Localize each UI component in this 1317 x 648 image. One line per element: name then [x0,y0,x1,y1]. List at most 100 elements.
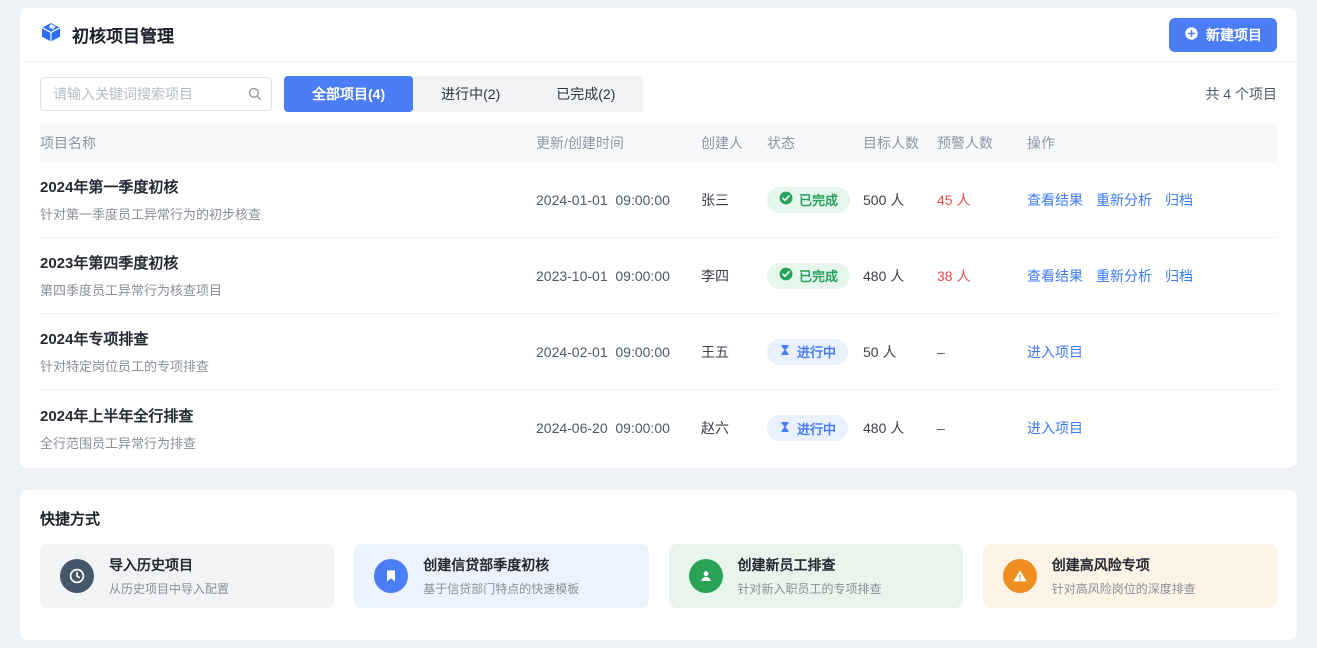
project-time: 2024-01-01 09:00:00 [536,192,701,208]
shortcuts-panel: 快捷方式 导入历史项目 从历史项目中导入配置 创建信贷部季度初核 基于信贷部门特… [20,490,1297,640]
card-text: 创建高风险专项 针对高风险岗位的深度排查 [1052,555,1196,597]
card-desc: 针对高风险岗位的深度排查 [1052,580,1196,597]
column-header-target: 目标人数 [863,133,937,153]
project-time: 2024-02-01 09:00:00 [536,344,701,360]
card-text: 创建新员工排查 针对新入职员工的专项排查 [738,555,882,597]
actions-cell: 查看结果 重新分析 归档 [1027,190,1277,210]
check-circle-icon [779,267,793,284]
plus-circle-icon [1184,26,1199,44]
warning-count: – [937,420,1027,436]
status-cell: 已完成 [767,263,863,289]
warning-count: 38 人 [937,266,1027,286]
project-creator: 王五 [701,342,767,362]
reanalyze-link[interactable]: 重新分析 [1096,190,1152,210]
filter-tabs: 全部项目(4) 进行中(2) 已完成(2) [284,76,643,112]
status-label: 进行中 [797,342,836,361]
project-desc: 第四季度员工异常行为核查项目 [40,280,536,299]
column-header-status: 状态 [767,133,863,153]
card-desc: 从历史项目中导入配置 [109,580,229,597]
panel-header: 初核项目管理 新建项目 [20,8,1297,62]
card-title: 创建高风险专项 [1052,555,1196,575]
actions-cell: 进入项目 [1027,342,1277,362]
status-cell: 进行中 [767,415,863,441]
user-icon [689,559,723,593]
status-cell: 进行中 [767,339,863,365]
bookmark-icon [374,559,408,593]
status-label: 进行中 [797,419,836,438]
archive-link[interactable]: 归档 [1165,266,1193,286]
actions-cell: 进入项目 [1027,418,1277,438]
archive-link[interactable]: 归档 [1165,190,1193,210]
table-row: 2024年上半年全行排查 全行范围员工异常行为排查 2024-06-20 09:… [40,390,1277,466]
warning-triangle-icon [1003,559,1037,593]
project-creator: 赵六 [701,418,767,438]
card-title: 创建新员工排查 [738,555,882,575]
view-results-link[interactable]: 查看结果 [1027,266,1083,286]
target-count: 500 人 [863,190,937,210]
enter-project-link[interactable]: 进入项目 [1027,342,1083,362]
table-row: 2024年专项排查 针对特定岗位员工的专项排查 2024-02-01 09:00… [40,314,1277,390]
total-count: 共 4 个项目 [1205,84,1277,104]
warning-count: – [937,344,1027,360]
warning-count: 45 人 [937,190,1027,210]
project-time: 2024-06-20 09:00:00 [536,420,701,436]
card-text: 创建信贷部季度初核 基于信贷部门特点的快速模板 [423,555,579,597]
project-name-cell: 2023年第四季度初核 第四季度员工异常行为核查项目 [40,252,536,299]
shortcuts-title: 快捷方式 [40,508,1277,529]
column-header-creator: 创建人 [701,133,767,153]
card-desc: 基于信贷部门特点的快速模板 [423,580,579,597]
clock-icon [60,559,94,593]
project-desc: 针对特定岗位员工的专项排查 [40,356,536,375]
card-desc: 针对新入职员工的专项排查 [738,580,882,597]
status-badge: 已完成 [767,187,850,213]
project-name: 2024年上半年全行排查 [40,405,536,426]
project-table: 项目名称 更新/创建时间 创建人 状态 目标人数 预警人数 操作 2024年第一… [20,124,1297,466]
search-box [40,77,272,111]
status-cell: 已完成 [767,187,863,213]
project-desc: 全行范围员工异常行为排查 [40,433,536,452]
hourglass-icon [779,421,791,436]
status-label: 已完成 [799,266,838,285]
table-row: 2024年第一季度初核 针对第一季度员工异常行为的初步核查 2024-01-01… [40,162,1277,238]
shortcut-high-risk[interactable]: 创建高风险专项 针对高风险岗位的深度排查 [983,544,1277,608]
shortcut-import-history[interactable]: 导入历史项目 从历史项目中导入配置 [40,544,334,608]
project-creator: 张三 [701,190,767,210]
column-header-warning: 预警人数 [937,133,1027,153]
target-count: 480 人 [863,418,937,438]
shortcut-new-employee[interactable]: 创建新员工排查 针对新入职员工的专项排查 [669,544,963,608]
new-project-label: 新建项目 [1206,25,1262,45]
view-results-link[interactable]: 查看结果 [1027,190,1083,210]
toolbar: 全部项目(4) 进行中(2) 已完成(2) 共 4 个项目 [20,62,1297,124]
actions-cell: 查看结果 重新分析 归档 [1027,266,1277,286]
project-name: 2024年专项排查 [40,328,536,349]
search-input[interactable] [40,77,272,111]
status-badge: 进行中 [767,339,848,365]
tab-all-projects[interactable]: 全部项目(4) [284,76,413,112]
new-project-button[interactable]: 新建项目 [1169,18,1277,52]
check-circle-icon [779,191,793,208]
column-header-name: 项目名称 [40,133,536,153]
enter-project-link[interactable]: 进入项目 [1027,418,1083,438]
reanalyze-link[interactable]: 重新分析 [1096,266,1152,286]
card-title: 导入历史项目 [109,555,229,575]
table-row: 2023年第四季度初核 第四季度员工异常行为核查项目 2023-10-01 09… [40,238,1277,314]
title-wrap: 初核项目管理 [40,21,174,48]
cube-icon [40,21,62,48]
column-header-time: 更新/创建时间 [536,133,701,153]
table-header-row: 项目名称 更新/创建时间 创建人 状态 目标人数 预警人数 操作 [40,124,1277,162]
tab-completed[interactable]: 已完成(2) [528,76,643,112]
card-text: 导入历史项目 从历史项目中导入配置 [109,555,229,597]
project-creator: 李四 [701,266,767,286]
target-count: 480 人 [863,266,937,286]
shortcut-cards: 导入历史项目 从历史项目中导入配置 创建信贷部季度初核 基于信贷部门特点的快速模… [40,544,1277,608]
hourglass-icon [779,344,791,359]
card-title: 创建信贷部季度初核 [423,555,579,575]
project-name-cell: 2024年上半年全行排查 全行范围员工异常行为排查 [40,405,536,452]
project-name: 2023年第四季度初核 [40,252,536,273]
status-badge: 进行中 [767,415,848,441]
tab-in-progress[interactable]: 进行中(2) [413,76,528,112]
project-desc: 针对第一季度员工异常行为的初步核查 [40,204,536,223]
column-header-actions: 操作 [1027,133,1277,153]
shortcut-credit-quarterly[interactable]: 创建信贷部季度初核 基于信贷部门特点的快速模板 [354,544,648,608]
search-icon [247,86,262,106]
